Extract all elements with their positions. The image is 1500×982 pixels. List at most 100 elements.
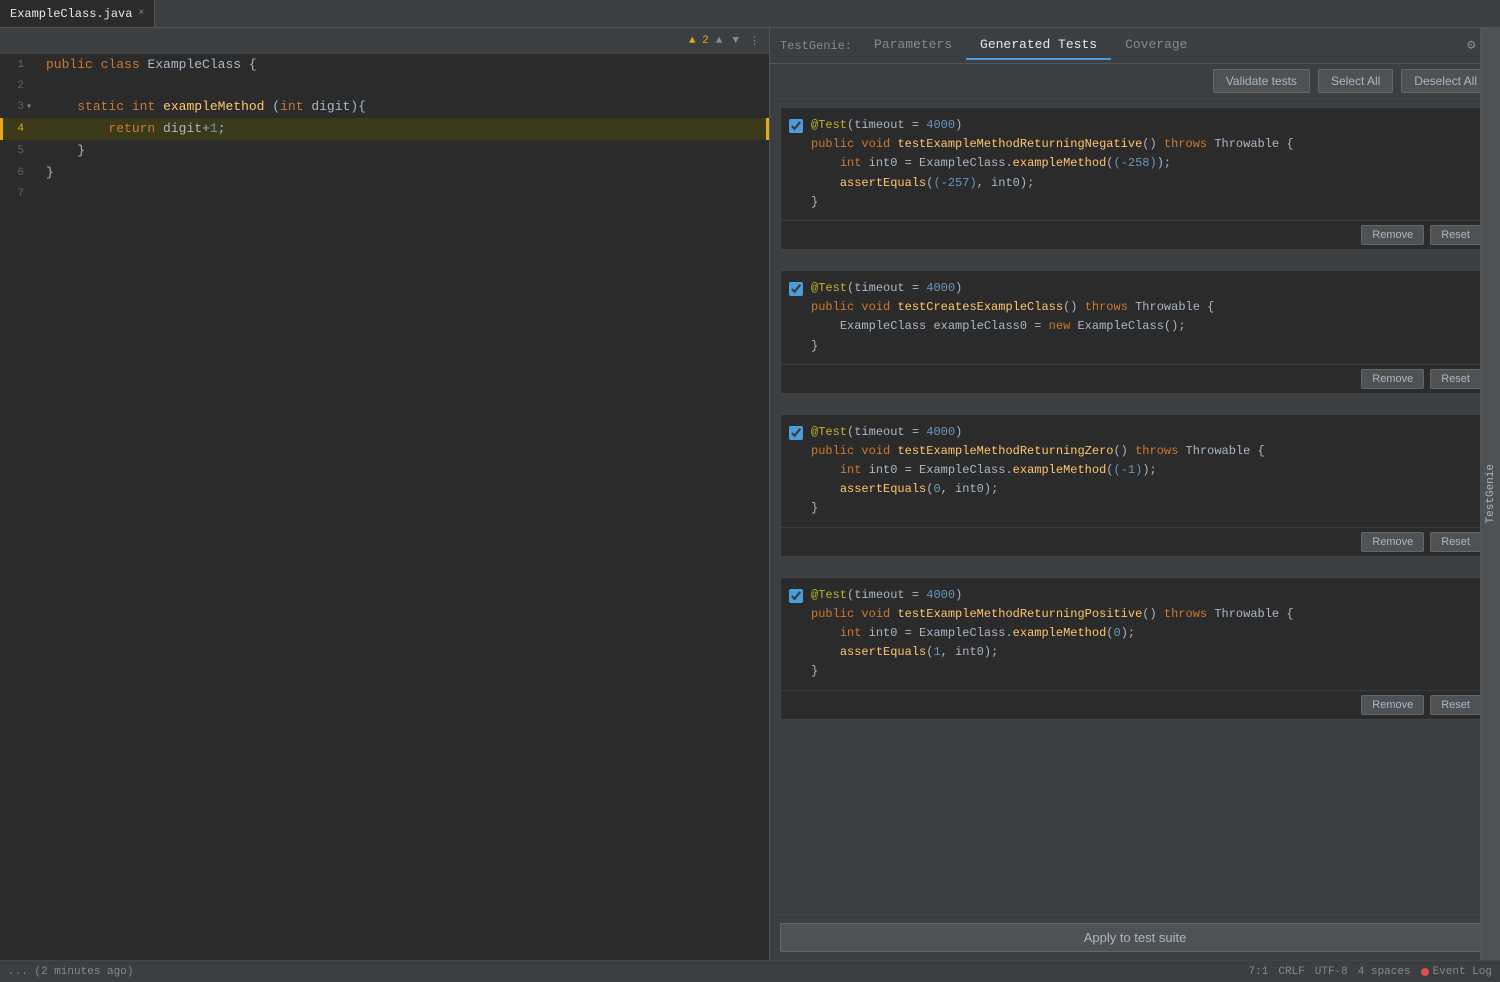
line-number-6: 6 bbox=[8, 167, 24, 179]
line-content-4: return digit+1; bbox=[42, 118, 769, 140]
line-content-3: static int exampleMethod (int digit){ bbox=[42, 96, 769, 118]
tab-close-icon[interactable]: × bbox=[138, 8, 144, 19]
apply-to-test-suite-button[interactable]: Apply to test suite bbox=[780, 923, 1490, 952]
test-card-1-footer: Remove Reset bbox=[781, 220, 1489, 249]
test-card-2-content: @Test(timeout = 4000) public void testCr… bbox=[781, 271, 1489, 364]
editor-toolbar: ▲ 2 ▲ ▼ ⋮ bbox=[0, 28, 769, 54]
status-position: 7:1 bbox=[1249, 966, 1269, 978]
status-encoding: UTF-8 bbox=[1315, 966, 1348, 978]
test-2-remove-button[interactable]: Remove bbox=[1361, 369, 1424, 389]
test-3-reset-button[interactable]: Reset bbox=[1430, 532, 1481, 552]
test-4-code: @Test(timeout = 4000) public void testEx… bbox=[811, 586, 1481, 682]
line-gutter-3: 3 ▾ bbox=[0, 96, 42, 118]
line-content-5: } bbox=[42, 140, 769, 162]
deselect-all-button[interactable]: Deselect All bbox=[1401, 69, 1490, 93]
event-log-label: Event Log bbox=[1433, 966, 1492, 978]
line-number-3: 3 bbox=[8, 101, 24, 113]
line-fold-3[interactable]: ▾ bbox=[24, 101, 34, 113]
line-number-4: 4 bbox=[8, 123, 24, 135]
test-card-1-content: @Test(timeout = 4000) public void testEx… bbox=[781, 108, 1489, 220]
test-4-checkbox[interactable] bbox=[789, 589, 803, 603]
test-1-code: @Test(timeout = 4000) public void testEx… bbox=[811, 116, 1481, 212]
test-card-1: @Test(timeout = 4000) public void testEx… bbox=[780, 107, 1490, 250]
test-3-code: @Test(timeout = 4000) public void testEx… bbox=[811, 423, 1481, 519]
tab-bar: ExampleClass.java × bbox=[0, 0, 1500, 28]
line-gutter-2: 2 bbox=[0, 76, 42, 96]
line-active-marker bbox=[0, 118, 3, 140]
right-header-tabs: Parameters Generated Tests Coverage bbox=[860, 31, 1467, 60]
right-header: TestGenie: Parameters Generated Tests Co… bbox=[770, 28, 1500, 64]
test-card-3-footer: Remove Reset bbox=[781, 527, 1489, 556]
tab-parameters[interactable]: Parameters bbox=[860, 31, 966, 60]
test-2-checkbox[interactable] bbox=[789, 282, 803, 296]
settings-gear-icon[interactable]: ⚙ bbox=[1467, 37, 1475, 54]
code-line-2: 2 bbox=[0, 76, 769, 96]
apply-bar: Apply to test suite bbox=[770, 914, 1500, 960]
test-3-checkbox[interactable] bbox=[789, 426, 803, 440]
line-content-7 bbox=[42, 184, 769, 204]
select-all-button[interactable]: Select All bbox=[1318, 69, 1393, 93]
line-content-6: } bbox=[42, 162, 769, 184]
test-1-reset-button[interactable]: Reset bbox=[1430, 225, 1481, 245]
status-indent: 4 spaces bbox=[1358, 966, 1411, 978]
test-4-reset-button[interactable]: Reset bbox=[1430, 695, 1481, 715]
status-time: ... (2 minutes ago) bbox=[8, 966, 133, 978]
code-area[interactable]: 1 public class ExampleClass { 2 3 ▾ bbox=[0, 54, 769, 960]
spacer-1 bbox=[770, 256, 1500, 270]
test-1-remove-button[interactable]: Remove bbox=[1361, 225, 1424, 245]
event-log[interactable]: Event Log bbox=[1421, 966, 1492, 978]
settings-icon[interactable]: ⋮ bbox=[746, 33, 763, 49]
test-card-3: @Test(timeout = 4000) public void testEx… bbox=[780, 414, 1490, 557]
editor-panel: ▲ 2 ▲ ▼ ⋮ 1 public class ExampleClass { … bbox=[0, 28, 770, 960]
test-card-4-footer: Remove Reset bbox=[781, 690, 1489, 719]
validate-tests-button[interactable]: Validate tests bbox=[1213, 69, 1310, 93]
testgenie-label: TestGenie: bbox=[780, 39, 852, 53]
test-card-2-footer: Remove Reset bbox=[781, 364, 1489, 393]
right-panel: TestGenie: Parameters Generated Tests Co… bbox=[770, 28, 1500, 960]
editor-tab[interactable]: ExampleClass.java × bbox=[0, 0, 155, 27]
chevron-down-icon[interactable]: ▼ bbox=[729, 34, 742, 48]
line-number-2: 2 bbox=[8, 80, 24, 92]
line-number-5: 5 bbox=[8, 145, 24, 157]
test-3-remove-button[interactable]: Remove bbox=[1361, 532, 1424, 552]
testgenie-side-tab-label: TestGenie bbox=[1485, 460, 1497, 527]
line-number-7: 7 bbox=[8, 188, 24, 200]
right-panel-wrapper: TestGenie: Parameters Generated Tests Co… bbox=[770, 28, 1500, 960]
tab-filename: ExampleClass.java bbox=[10, 7, 132, 21]
spacer-2 bbox=[770, 400, 1500, 414]
main-area: ▲ 2 ▲ ▼ ⋮ 1 public class ExampleClass { … bbox=[0, 28, 1500, 960]
code-line-6: 6 } bbox=[0, 162, 769, 184]
event-dot-icon bbox=[1421, 968, 1429, 976]
line-gutter-7: 7 bbox=[0, 184, 42, 204]
tests-container[interactable]: @Test(timeout = 4000) public void testEx… bbox=[770, 99, 1500, 914]
line-number-1: 1 bbox=[8, 59, 24, 71]
tab-coverage[interactable]: Coverage bbox=[1111, 31, 1201, 60]
test-card-3-content: @Test(timeout = 4000) public void testEx… bbox=[781, 415, 1489, 527]
code-line-3: 3 ▾ static int exampleMethod (int digit)… bbox=[0, 96, 769, 118]
spacer-bottom bbox=[770, 726, 1500, 736]
line-gutter-6: 6 bbox=[0, 162, 42, 184]
test-2-code: @Test(timeout = 4000) public void testCr… bbox=[811, 279, 1481, 356]
line-gutter-5: 5 bbox=[0, 140, 42, 162]
test-card-2: @Test(timeout = 4000) public void testCr… bbox=[780, 270, 1490, 394]
test-2-reset-button[interactable]: Reset bbox=[1430, 369, 1481, 389]
status-bar: ... (2 minutes ago) 7:1 CRLF UTF-8 4 spa… bbox=[0, 960, 1500, 982]
status-left: ... (2 minutes ago) bbox=[8, 966, 133, 978]
line-gutter-4: 4 bbox=[0, 118, 42, 140]
test-card-4-content: @Test(timeout = 4000) public void testEx… bbox=[781, 578, 1489, 690]
code-line-4: 4 return digit+1; bbox=[0, 118, 769, 140]
status-line-ending: CRLF bbox=[1278, 966, 1304, 978]
line-gutter-1: 1 bbox=[0, 54, 42, 76]
code-line-5: 5 } bbox=[0, 140, 769, 162]
chevron-up-icon[interactable]: ▲ bbox=[713, 34, 726, 48]
code-line-1: 1 public class ExampleClass { bbox=[0, 54, 769, 76]
test-card-4: @Test(timeout = 4000) public void testEx… bbox=[780, 577, 1490, 720]
test-4-remove-button[interactable]: Remove bbox=[1361, 695, 1424, 715]
testgenie-side-tab[interactable]: TestGenie bbox=[1480, 28, 1500, 960]
code-line-7: 7 bbox=[0, 184, 769, 204]
test-buttons-bar: Validate tests Select All Deselect All bbox=[770, 64, 1500, 99]
test-1-checkbox[interactable] bbox=[789, 119, 803, 133]
tab-generated-tests[interactable]: Generated Tests bbox=[966, 31, 1111, 60]
status-right: 7:1 CRLF UTF-8 4 spaces Event Log bbox=[1249, 966, 1492, 978]
spacer-3 bbox=[770, 563, 1500, 577]
